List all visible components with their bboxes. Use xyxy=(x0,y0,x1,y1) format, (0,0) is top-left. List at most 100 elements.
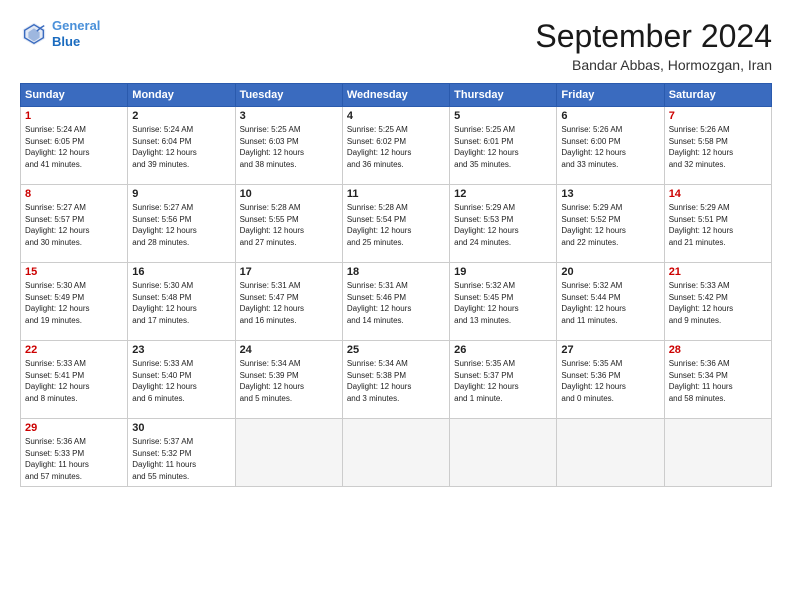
calendar-cell: 14 Sunrise: 5:29 AMSunset: 5:51 PMDayligh… xyxy=(664,185,771,263)
day-info: Sunrise: 5:25 AMSunset: 6:01 PMDaylight:… xyxy=(454,124,552,170)
calendar-cell xyxy=(342,419,449,487)
day-number: 25 xyxy=(347,344,445,356)
day-info: Sunrise: 5:35 AMSunset: 5:36 PMDaylight:… xyxy=(561,358,659,404)
calendar-cell: 25 Sunrise: 5:34 AMSunset: 5:38 PMDayligh… xyxy=(342,341,449,419)
day-number: 9 xyxy=(132,188,230,200)
day-number: 18 xyxy=(347,266,445,278)
day-info: Sunrise: 5:28 AMSunset: 5:54 PMDaylight:… xyxy=(347,202,445,248)
weekday-header-thursday: Thursday xyxy=(450,84,557,107)
day-number: 28 xyxy=(669,344,767,356)
calendar-cell: 1 Sunrise: 5:24 AMSunset: 6:05 PMDaylight… xyxy=(21,107,128,185)
day-number: 27 xyxy=(561,344,659,356)
header: General Blue September 2024 Bandar Abbas… xyxy=(20,18,772,73)
calendar-cell: 28 Sunrise: 5:36 AMSunset: 5:34 PMDayligh… xyxy=(664,341,771,419)
weekday-header-sunday: Sunday xyxy=(21,84,128,107)
calendar-cell: 27 Sunrise: 5:35 AMSunset: 5:36 PMDayligh… xyxy=(557,341,664,419)
day-info: Sunrise: 5:34 AMSunset: 5:38 PMDaylight:… xyxy=(347,358,445,404)
day-info: Sunrise: 5:24 AMSunset: 6:05 PMDaylight:… xyxy=(25,124,123,170)
calendar-cell xyxy=(557,419,664,487)
day-info: Sunrise: 5:31 AMSunset: 5:47 PMDaylight:… xyxy=(240,280,338,326)
day-info: Sunrise: 5:35 AMSunset: 5:37 PMDaylight:… xyxy=(454,358,552,404)
day-number: 3 xyxy=(240,110,338,122)
day-number: 21 xyxy=(669,266,767,278)
day-info: Sunrise: 5:37 AMSunset: 5:32 PMDaylight:… xyxy=(132,436,230,482)
day-info: Sunrise: 5:33 AMSunset: 5:40 PMDaylight:… xyxy=(132,358,230,404)
day-number: 17 xyxy=(240,266,338,278)
calendar-cell: 7Sunrise: 5:26 AMSunset: 5:58 PMDaylight… xyxy=(664,107,771,185)
month-title: September 2024 xyxy=(535,18,772,55)
day-info: Sunrise: 5:34 AMSunset: 5:39 PMDaylight:… xyxy=(240,358,338,404)
calendar-cell: 9 Sunrise: 5:27 AMSunset: 5:56 PMDaylight… xyxy=(128,185,235,263)
day-info: Sunrise: 5:32 AMSunset: 5:44 PMDaylight:… xyxy=(561,280,659,326)
calendar-cell: 26 Sunrise: 5:35 AMSunset: 5:37 PMDayligh… xyxy=(450,341,557,419)
day-number: 5 xyxy=(454,110,552,122)
day-number: 15 xyxy=(25,266,123,278)
day-number: 1 xyxy=(25,110,123,122)
day-number: 8 xyxy=(25,188,123,200)
calendar-cell: 16Sunrise: 5:30 AMSunset: 5:48 PMDayligh… xyxy=(128,263,235,341)
calendar-cell: 29 Sunrise: 5:36 AMSunset: 5:33 PMDayligh… xyxy=(21,419,128,487)
day-info: Sunrise: 5:29 AMSunset: 5:53 PMDaylight:… xyxy=(454,202,552,248)
calendar-cell: 19 Sunrise: 5:32 AMSunset: 5:45 PMDayligh… xyxy=(450,263,557,341)
day-number: 13 xyxy=(561,188,659,200)
day-info: Sunrise: 5:31 AMSunset: 5:46 PMDaylight:… xyxy=(347,280,445,326)
day-number: 19 xyxy=(454,266,552,278)
weekday-header-monday: Monday xyxy=(128,84,235,107)
day-number: 4 xyxy=(347,110,445,122)
day-info: Sunrise: 5:26 AMSunset: 5:58 PMDaylight:… xyxy=(669,124,767,170)
day-info: Sunrise: 5:33 AMSunset: 5:41 PMDaylight:… xyxy=(25,358,123,404)
calendar-cell: 15 Sunrise: 5:30 AMSunset: 5:49 PMDayligh… xyxy=(21,263,128,341)
day-number: 14 xyxy=(669,188,767,200)
logo-icon xyxy=(20,20,48,48)
weekday-header-tuesday: Tuesday xyxy=(235,84,342,107)
day-number: 2 xyxy=(132,110,230,122)
day-info: Sunrise: 5:28 AMSunset: 5:55 PMDaylight:… xyxy=(240,202,338,248)
calendar-cell: 23 Sunrise: 5:33 AMSunset: 5:40 PMDayligh… xyxy=(128,341,235,419)
logo-text: General Blue xyxy=(52,18,100,49)
weekday-header-friday: Friday xyxy=(557,84,664,107)
day-info: Sunrise: 5:29 AMSunset: 5:52 PMDaylight:… xyxy=(561,202,659,248)
day-info: Sunrise: 5:27 AMSunset: 5:57 PMDaylight:… xyxy=(25,202,123,248)
day-info: Sunrise: 5:27 AMSunset: 5:56 PMDaylight:… xyxy=(132,202,230,248)
day-info: Sunrise: 5:36 AMSunset: 5:34 PMDaylight:… xyxy=(669,358,767,404)
calendar-cell: 3 Sunrise: 5:25 AMSunset: 6:03 PMDaylight… xyxy=(235,107,342,185)
calendar-cell: 12 Sunrise: 5:29 AMSunset: 5:53 PMDayligh… xyxy=(450,185,557,263)
calendar-cell: 8 Sunrise: 5:27 AMSunset: 5:57 PMDaylight… xyxy=(21,185,128,263)
day-info: Sunrise: 5:36 AMSunset: 5:33 PMDaylight:… xyxy=(25,436,123,482)
day-info: Sunrise: 5:32 AMSunset: 5:45 PMDaylight:… xyxy=(454,280,552,326)
calendar-cell xyxy=(664,419,771,487)
day-info: Sunrise: 5:29 AMSunset: 5:51 PMDaylight:… xyxy=(669,202,767,248)
day-info: Sunrise: 5:30 AMSunset: 5:49 PMDaylight:… xyxy=(25,280,123,326)
page: General Blue September 2024 Bandar Abbas… xyxy=(0,0,792,612)
day-number: 12 xyxy=(454,188,552,200)
day-number: 26 xyxy=(454,344,552,356)
calendar-cell: 5 Sunrise: 5:25 AMSunset: 6:01 PMDaylight… xyxy=(450,107,557,185)
day-number: 22 xyxy=(25,344,123,356)
day-number: 20 xyxy=(561,266,659,278)
day-info: Sunrise: 5:33 AMSunset: 5:42 PMDaylight:… xyxy=(669,280,767,326)
calendar-cell: 20 Sunrise: 5:32 AMSunset: 5:44 PMDayligh… xyxy=(557,263,664,341)
calendar-cell: 17 Sunrise: 5:31 AMSunset: 5:47 PMDayligh… xyxy=(235,263,342,341)
day-number: 6 xyxy=(561,110,659,122)
day-info: Sunrise: 5:25 AMSunset: 6:02 PMDaylight:… xyxy=(347,124,445,170)
day-number: 29 xyxy=(25,422,123,434)
location-title: Bandar Abbas, Hormozgan, Iran xyxy=(535,57,772,73)
calendar-cell: 21 Sunrise: 5:33 AMSunset: 5:42 PMDayligh… xyxy=(664,263,771,341)
calendar-cell: 13 Sunrise: 5:29 AMSunset: 5:52 PMDayligh… xyxy=(557,185,664,263)
title-block: September 2024 Bandar Abbas, Hormozgan, … xyxy=(535,18,772,73)
logo: General Blue xyxy=(20,18,100,49)
day-info: Sunrise: 5:26 AMSunset: 6:00 PMDaylight:… xyxy=(561,124,659,170)
calendar: SundayMondayTuesdayWednesdayThursdayFrid… xyxy=(20,83,772,487)
day-number: 23 xyxy=(132,344,230,356)
day-info: Sunrise: 5:24 AMSunset: 6:04 PMDaylight:… xyxy=(132,124,230,170)
calendar-cell: 22 Sunrise: 5:33 AMSunset: 5:41 PMDayligh… xyxy=(21,341,128,419)
calendar-cell: 6 Sunrise: 5:26 AMSunset: 6:00 PMDaylight… xyxy=(557,107,664,185)
weekday-header-saturday: Saturday xyxy=(664,84,771,107)
day-info: Sunrise: 5:25 AMSunset: 6:03 PMDaylight:… xyxy=(240,124,338,170)
calendar-cell: 4 Sunrise: 5:25 AMSunset: 6:02 PMDaylight… xyxy=(342,107,449,185)
calendar-cell: 24Sunrise: 5:34 AMSunset: 5:39 PMDayligh… xyxy=(235,341,342,419)
day-number: 30 xyxy=(132,422,230,434)
calendar-cell: 2 Sunrise: 5:24 AMSunset: 6:04 PMDaylight… xyxy=(128,107,235,185)
calendar-cell: 11 Sunrise: 5:28 AMSunset: 5:54 PMDayligh… xyxy=(342,185,449,263)
day-number: 11 xyxy=(347,188,445,200)
